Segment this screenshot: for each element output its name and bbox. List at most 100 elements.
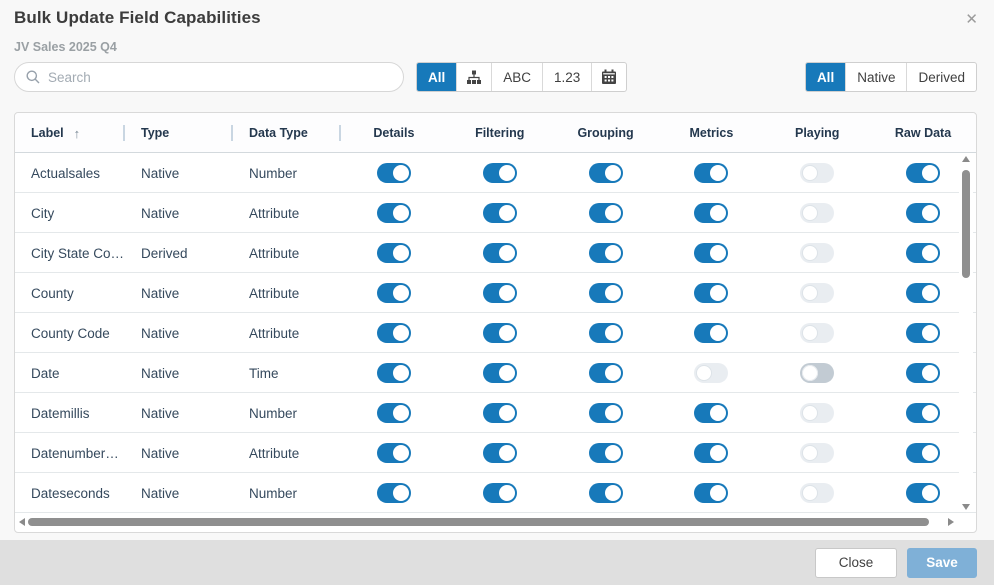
toggle-filtering[interactable]: [483, 403, 517, 423]
toggle-knob: [802, 165, 818, 181]
horizontal-scrollbar[interactable]: [17, 514, 956, 530]
bulk-update-dialog: Bulk Update Field Capabilities ✕ JV Sale…: [0, 0, 994, 585]
toggle-playing[interactable]: [800, 403, 834, 423]
toggle-raw-data[interactable]: [906, 403, 940, 423]
toggle-details[interactable]: [377, 403, 411, 423]
scroll-up-icon[interactable]: [962, 156, 970, 162]
calendar-icon[interactable]: [591, 63, 626, 91]
search-input[interactable]: [48, 70, 368, 85]
toggle-grouping[interactable]: [589, 243, 623, 263]
close-icon[interactable]: ✕: [961, 8, 982, 30]
toggle-filtering[interactable]: [483, 283, 517, 303]
toggle-knob: [802, 365, 818, 381]
table-row: Datemillis Native Number: [15, 393, 976, 433]
toggle-filtering[interactable]: [483, 443, 517, 463]
toggle-knob: [393, 325, 409, 341]
column-header-details: Details: [341, 113, 447, 153]
toggle-metrics[interactable]: [694, 283, 728, 303]
toggle-knob: [922, 245, 938, 261]
origin-filter-native[interactable]: Native: [845, 63, 906, 91]
toggle-metrics[interactable]: [694, 363, 728, 383]
field-label: Datemillis: [15, 393, 125, 433]
toggle-playing[interactable]: [800, 363, 834, 383]
type-filter-all[interactable]: All: [417, 63, 456, 91]
toggle-filtering[interactable]: [483, 483, 517, 503]
toggle-knob: [499, 165, 515, 181]
toggle-raw-data[interactable]: [906, 203, 940, 223]
toggle-metrics[interactable]: [694, 403, 728, 423]
toggle-filtering[interactable]: [483, 363, 517, 383]
toggle-raw-data[interactable]: [906, 163, 940, 183]
toggle-metrics[interactable]: [694, 443, 728, 463]
scroll-right-icon[interactable]: [948, 518, 954, 526]
toggle-playing[interactable]: [800, 243, 834, 263]
toggle-playing[interactable]: [800, 283, 834, 303]
toggle-details[interactable]: [377, 483, 411, 503]
toggle-details[interactable]: [377, 323, 411, 343]
hierarchy-icon[interactable]: [456, 63, 491, 91]
toggle-filtering[interactable]: [483, 163, 517, 183]
toggle-metrics[interactable]: [694, 243, 728, 263]
toggle-grouping[interactable]: [589, 323, 623, 343]
toggle-metrics[interactable]: [694, 483, 728, 503]
field-label: Datenumber…: [15, 433, 125, 473]
type-filter-1-23[interactable]: 1.23: [542, 63, 591, 91]
field-type: Native: [125, 313, 233, 353]
toggle-details[interactable]: [377, 163, 411, 183]
toggle-details[interactable]: [377, 283, 411, 303]
toggle-grouping[interactable]: [589, 443, 623, 463]
vertical-scrollbar[interactable]: [959, 154, 973, 512]
toggle-metrics[interactable]: [694, 323, 728, 343]
toggle-raw-data[interactable]: [906, 243, 940, 263]
toggle-playing[interactable]: [800, 203, 834, 223]
scroll-down-icon[interactable]: [962, 504, 970, 510]
toggle-knob: [802, 205, 818, 221]
field-type: Native: [125, 153, 233, 193]
toggle-playing[interactable]: [800, 443, 834, 463]
field-data-type: Attribute: [233, 233, 341, 273]
toggle-raw-data[interactable]: [906, 323, 940, 343]
toggle-details[interactable]: [377, 203, 411, 223]
save-button[interactable]: Save: [907, 548, 977, 578]
field-label: City State Co…: [15, 233, 125, 273]
toggle-filtering[interactable]: [483, 243, 517, 263]
toggle-raw-data[interactable]: [906, 283, 940, 303]
toggle-knob: [710, 245, 726, 261]
toggle-filtering[interactable]: [483, 323, 517, 343]
toggle-raw-data[interactable]: [906, 483, 940, 503]
toggle-knob: [710, 285, 726, 301]
toggle-grouping[interactable]: [589, 163, 623, 183]
close-button[interactable]: Close: [815, 548, 897, 578]
toggle-raw-data[interactable]: [906, 443, 940, 463]
toggle-knob: [696, 365, 712, 381]
toggle-grouping[interactable]: [589, 483, 623, 503]
toggle-playing[interactable]: [800, 323, 834, 343]
toggle-knob: [710, 165, 726, 181]
column-header-label[interactable]: Label ↑: [15, 113, 125, 153]
origin-filter-all[interactable]: All: [806, 63, 845, 91]
toggle-metrics[interactable]: [694, 203, 728, 223]
toggle-details[interactable]: [377, 243, 411, 263]
origin-filter-derived[interactable]: Derived: [906, 63, 976, 91]
vertical-scrollbar-thumb[interactable]: [962, 170, 970, 278]
toggle-filtering[interactable]: [483, 203, 517, 223]
toggle-grouping[interactable]: [589, 283, 623, 303]
toggle-grouping[interactable]: [589, 403, 623, 423]
toggle-playing[interactable]: [800, 163, 834, 183]
toggle-playing[interactable]: [800, 483, 834, 503]
toggle-raw-data[interactable]: [906, 363, 940, 383]
scroll-left-icon[interactable]: [19, 518, 25, 526]
dialog-footer: Close Save: [0, 540, 994, 585]
type-filter-abc[interactable]: ABC: [491, 63, 542, 91]
toggle-knob: [605, 285, 621, 301]
toggle-metrics[interactable]: [694, 163, 728, 183]
page-title: Bulk Update Field Capabilities: [14, 8, 261, 28]
toggle-grouping[interactable]: [589, 203, 623, 223]
toggle-details[interactable]: [377, 363, 411, 383]
column-header-type[interactable]: Type: [125, 113, 233, 153]
toggle-grouping[interactable]: [589, 363, 623, 383]
horizontal-scrollbar-thumb[interactable]: [28, 518, 929, 526]
column-header-data-type[interactable]: Data Type: [233, 113, 341, 153]
field-label: County Code: [15, 313, 125, 353]
toggle-details[interactable]: [377, 443, 411, 463]
